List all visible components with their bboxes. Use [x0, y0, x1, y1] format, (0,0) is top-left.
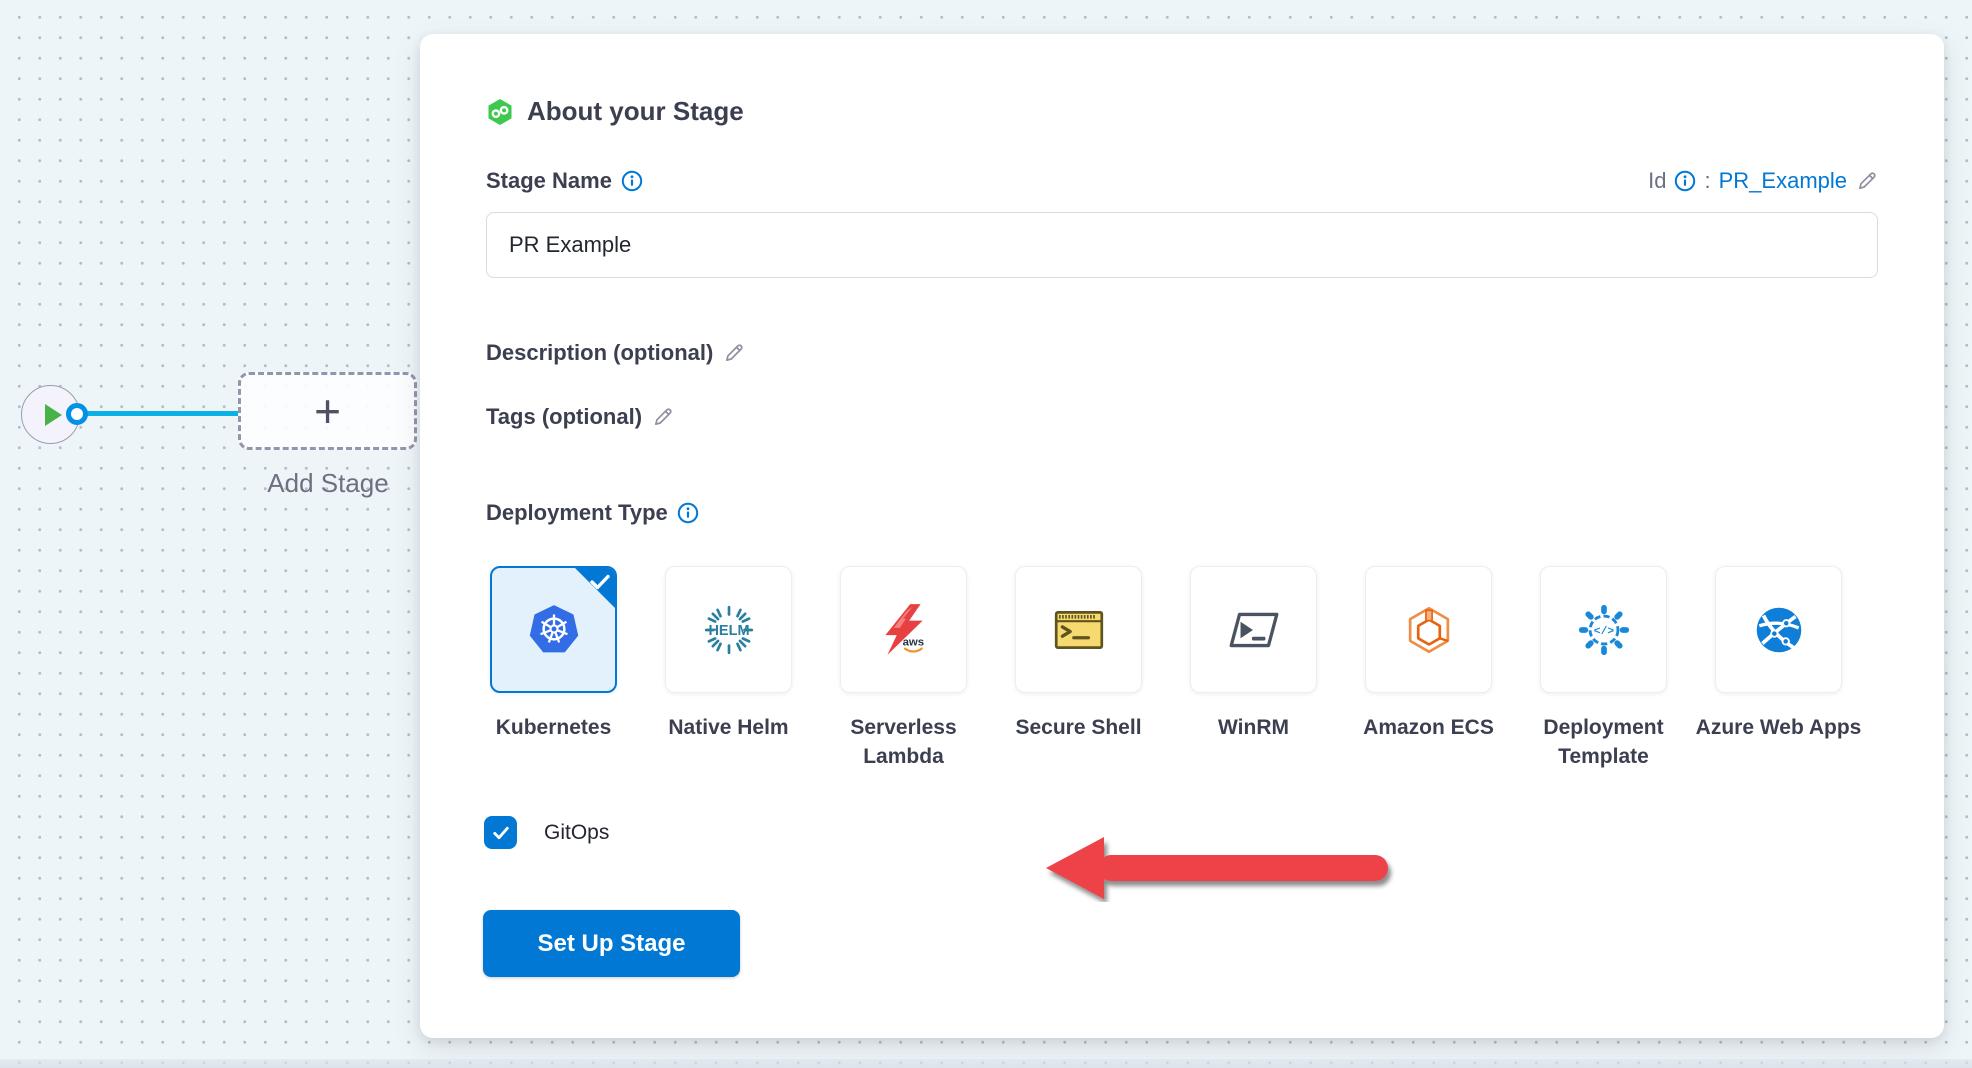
- gitops-checkbox[interactable]: [484, 816, 517, 849]
- native-helm-card[interactable]: HELM: [665, 566, 792, 693]
- info-icon[interactable]: [1674, 170, 1696, 192]
- amazon-ecs-card[interactable]: [1365, 566, 1492, 693]
- winrm-card[interactable]: [1190, 566, 1317, 693]
- deployment-option-azure-web-apps[interactable]: Azure Web Apps: [1715, 566, 1842, 693]
- set-up-stage-button[interactable]: Set Up Stage: [483, 910, 740, 977]
- option-label: Kubernetes: [465, 713, 642, 742]
- edit-pencil-icon[interactable]: [1855, 170, 1878, 193]
- panel-header: About your Stage: [486, 96, 744, 127]
- helm-icon: HELM: [700, 601, 758, 659]
- id-label: Id: [1648, 168, 1666, 194]
- svg-text:</>: </>: [1593, 626, 1614, 638]
- option-label: Azure Web Apps: [1690, 713, 1867, 742]
- secure-shell-card[interactable]: [1015, 566, 1142, 693]
- tags-row: Tags (optional): [486, 404, 674, 430]
- stage-id-row: Id : PR_Example: [1648, 168, 1878, 194]
- deployment-option-amazon-ecs[interactable]: Amazon ECS: [1365, 566, 1492, 693]
- tags-label: Tags (optional): [486, 404, 642, 430]
- deployment-option-native-helm[interactable]: HELM Native Helm: [665, 566, 792, 693]
- id-value: PR_Example: [1719, 168, 1847, 194]
- stage-name-label-row: Stage Name: [486, 168, 643, 194]
- info-icon[interactable]: [677, 502, 699, 524]
- bottom-edge: [0, 1059, 1972, 1068]
- option-label: Deployment Template: [1515, 713, 1692, 771]
- plus-icon: +: [314, 388, 341, 434]
- edit-pencil-icon[interactable]: [651, 406, 674, 429]
- play-icon: [45, 404, 62, 426]
- id-colon: :: [1704, 168, 1710, 194]
- deployment-template-card[interactable]: </>: [1540, 566, 1667, 693]
- svg-text:aws: aws: [902, 636, 924, 648]
- add-stage-label: Add Stage: [213, 468, 443, 499]
- template-gear-icon: </>: [1575, 601, 1633, 659]
- edit-pencil-icon[interactable]: [722, 342, 745, 365]
- svg-text:HELM: HELM: [708, 623, 749, 639]
- pipeline-connector-line: [86, 411, 239, 416]
- add-stage-button[interactable]: +: [238, 372, 417, 450]
- cd-stage-icon: [486, 98, 514, 126]
- deployment-type-label: Deployment Type: [486, 500, 668, 526]
- serverless-lambda-card[interactable]: aws: [840, 566, 967, 693]
- deployment-type-row: Deployment Type: [486, 500, 699, 526]
- description-row: Description (optional): [486, 340, 745, 366]
- option-label: Amazon ECS: [1340, 713, 1517, 742]
- deployment-option-deployment-template[interactable]: </> Deployment Template: [1540, 566, 1667, 693]
- option-label: Serverless Lambda: [815, 713, 992, 771]
- ecs-hexagon-icon: [1400, 601, 1458, 659]
- azure-globe-icon: [1750, 601, 1808, 659]
- gitops-label: GitOps: [544, 821, 609, 845]
- pipeline-connector-port[interactable]: [66, 403, 88, 425]
- deployment-type-options: Kubernetes HELM: [490, 566, 1842, 693]
- red-arrow-annotation: [1046, 834, 1402, 907]
- option-label: Native Helm: [640, 713, 817, 742]
- stage-name-input[interactable]: [486, 212, 1878, 278]
- deployment-option-kubernetes[interactable]: Kubernetes: [490, 566, 617, 693]
- deployment-option-secure-shell[interactable]: Secure Shell: [1015, 566, 1142, 693]
- kubernetes-card[interactable]: [490, 566, 617, 693]
- serverless-aws-icon: aws: [875, 601, 933, 659]
- terminal-icon: [1050, 601, 1108, 659]
- selected-check-icon: [589, 573, 611, 591]
- stage-name-label: Stage Name: [486, 168, 612, 194]
- azure-web-apps-card[interactable]: [1715, 566, 1842, 693]
- deployment-option-winrm[interactable]: WinRM: [1190, 566, 1317, 693]
- deployment-option-serverless-lambda[interactable]: aws Serverless Lambda: [840, 566, 967, 693]
- check-icon: [490, 822, 512, 844]
- powershell-icon: [1225, 601, 1283, 659]
- option-label: Secure Shell: [990, 713, 1167, 742]
- description-label: Description (optional): [486, 340, 713, 366]
- option-label: WinRM: [1165, 713, 1342, 742]
- info-icon[interactable]: [621, 170, 643, 192]
- kubernetes-icon: [525, 601, 583, 659]
- gitops-row: GitOps: [484, 816, 609, 849]
- about-stage-panel: About your Stage Stage Name Id : PR_Exam…: [420, 34, 1944, 1038]
- panel-title: About your Stage: [527, 96, 744, 127]
